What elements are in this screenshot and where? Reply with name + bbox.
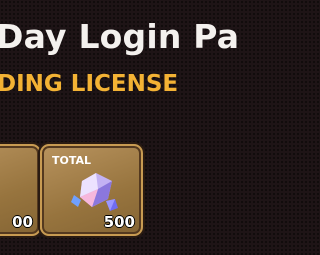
reward-card-total[interactable]: TOTAL 500 [40,144,143,236]
reward-quantity: 00 [12,213,33,231]
login-pass-screen: Day Login Pa DING LICENSE 00 TOTAL 500 [0,0,255,255]
reward-quantity: 500 [103,213,135,231]
total-tag: TOTAL [52,154,92,167]
crystal-shard-icon [71,173,118,211]
page-title: Day Login Pa [0,17,240,56]
reward-card[interactable]: 00 [0,144,41,236]
license-subtitle: DING LICENSE [0,71,179,97]
